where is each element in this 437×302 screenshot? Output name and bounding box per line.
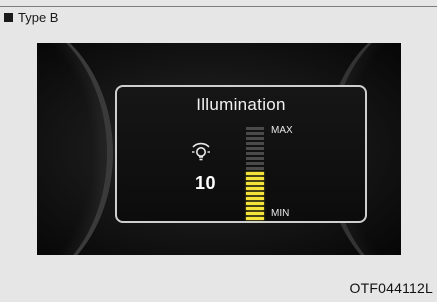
level-bar-segment (246, 147, 264, 150)
level-bar-segment (246, 142, 264, 145)
level-bar-segment (246, 167, 264, 170)
level-bar-segment (246, 172, 264, 175)
level-bar-segment (246, 157, 264, 160)
panel-title: Illumination (196, 95, 286, 114)
level-bar-segment (246, 162, 264, 165)
dashboard-bulb-icon (192, 142, 210, 161)
level-bar-segment (246, 182, 264, 185)
level-bar-segment (246, 127, 264, 130)
level-bar-segment (246, 187, 264, 190)
left-gauge-arc (37, 43, 113, 255)
scale-max-label: MAX (271, 125, 293, 136)
type-heading: Type B (4, 10, 58, 26)
level-bar-segment (246, 152, 264, 155)
level-bar-segment (246, 177, 264, 180)
level-bar-segment (246, 212, 264, 215)
top-divider (0, 6, 437, 7)
instrument-cluster-display: Illumination 10 MAX MIN (37, 43, 401, 255)
bullet-square-icon (4, 13, 13, 22)
level-bar-segment (246, 137, 264, 140)
level-bar-segment (246, 197, 264, 200)
scale-min-label: MIN (271, 208, 290, 219)
level-bar-segment (246, 217, 264, 220)
illumination-panel: Illumination 10 MAX MIN (115, 85, 367, 223)
level-bar-segment (246, 207, 264, 210)
level-bar-segment (246, 192, 264, 195)
level-bar-segment (246, 202, 264, 205)
type-heading-text: Type B (18, 10, 59, 25)
figure-code: OTF044112L (349, 280, 433, 296)
illumination-level-bar (246, 125, 264, 220)
level-bar-segment (246, 132, 264, 135)
illumination-level-value: 10 (195, 173, 217, 193)
